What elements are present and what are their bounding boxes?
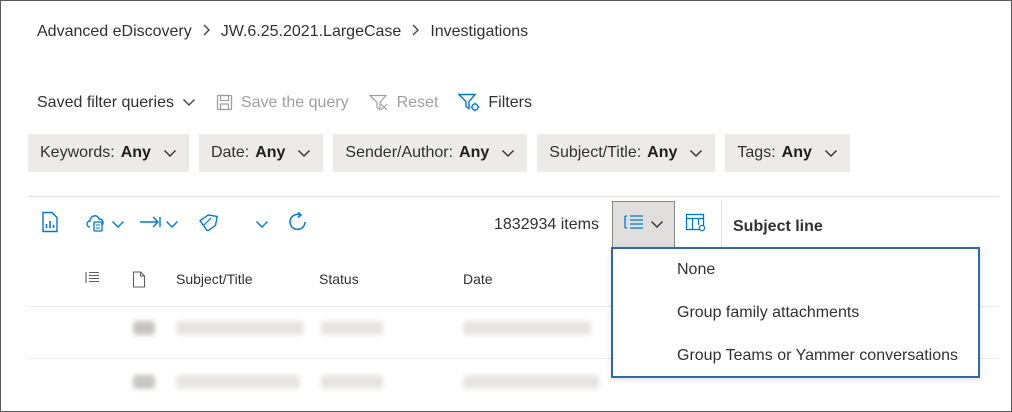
group-by-button[interactable]: [612, 201, 675, 247]
breadcrumb: Advanced eDiscovery JW.6.25.2021.LargeCa…: [37, 23, 528, 41]
reading-pane-title: Subject line: [733, 218, 823, 235]
document-icon: [132, 271, 146, 288]
filter-value: Any: [647, 144, 678, 161]
items-count: 1832934 items: [494, 216, 599, 233]
blurred-cell: [133, 375, 155, 389]
saved-filter-queries-dropdown[interactable]: Saved filter queries: [37, 94, 196, 112]
tag-cloud-icon: [85, 211, 107, 238]
refresh-icon: [287, 211, 309, 238]
reset-button[interactable]: Reset: [368, 93, 439, 112]
group-by-menu: None Group family attachments Group Team…: [611, 247, 980, 378]
divider: [28, 196, 999, 197]
filter-label: Subject/Title:: [549, 144, 642, 161]
saved-filter-queries-label: Saved filter queries: [37, 93, 174, 111]
menu-item-group-teams-yammer[interactable]: Group Teams or Yammer conversations: [677, 347, 958, 365]
app-window: Advanced eDiscovery JW.6.25.2021.LargeCa…: [0, 0, 1012, 412]
column-header-date[interactable]: Date: [463, 271, 493, 287]
breadcrumb-item-investigations: Investigations: [430, 23, 529, 40]
chevron-down-icon: [501, 149, 515, 158]
refresh-button[interactable]: [287, 211, 309, 238]
chevron-down-icon: [689, 149, 703, 158]
results-toolbar: [41, 211, 323, 238]
blurred-cell: [133, 321, 155, 335]
filter-settings-icon: [458, 93, 480, 112]
filters-button[interactable]: Filters: [458, 93, 532, 112]
export-icon: [139, 215, 161, 234]
group-list-icon: [85, 271, 100, 284]
menu-item-none[interactable]: None: [677, 261, 715, 279]
blurred-cell: [321, 375, 383, 389]
export-button[interactable]: [139, 215, 179, 234]
divider: [721, 201, 722, 247]
chevron-down-icon: [824, 149, 838, 158]
column-options-button[interactable]: [685, 213, 707, 238]
filter-keywords[interactable]: Keywords: Any: [28, 134, 189, 172]
filter-value: Any: [255, 144, 286, 161]
breadcrumb-item-advanced-ediscovery[interactable]: Advanced eDiscovery: [37, 23, 192, 41]
filter-value: Any: [120, 144, 151, 161]
tag-actions-button[interactable]: [85, 211, 125, 238]
save-query-button[interactable]: Save the query: [216, 94, 349, 112]
reset-label: Reset: [396, 93, 439, 111]
filter-label: Sender/Author:: [345, 144, 454, 161]
tag-icon: [197, 213, 219, 236]
chevron-right-icon: [202, 23, 211, 41]
blurred-cell: [176, 375, 300, 389]
filter-clear-icon: [368, 94, 389, 112]
chevron-down-icon: [163, 149, 177, 158]
breadcrumb-item-case[interactable]: JW.6.25.2021.LargeCase: [221, 23, 402, 41]
filter-sender-author[interactable]: Sender/Author: Any: [333, 134, 528, 172]
filter-label: Date:: [210, 144, 250, 161]
filter-pills: Keywords: Any Date: Any Sender/Author: A…: [28, 134, 860, 172]
chevron-down-icon: [111, 220, 125, 229]
chevron-down-icon: [255, 216, 269, 234]
filter-value: Any: [781, 144, 812, 161]
blurred-cell: [463, 321, 591, 335]
menu-item-group-family-attachments[interactable]: Group family attachments: [677, 304, 859, 322]
filter-label: Tags:: [737, 144, 776, 161]
filter-date[interactable]: Date: Any: [198, 134, 324, 172]
query-bar: Saved filter queries Save the query Rese…: [37, 93, 552, 112]
chevron-down-icon: [182, 98, 196, 107]
chevron-down-icon: [650, 220, 664, 229]
column-options-icon: [685, 213, 707, 238]
column-header-status[interactable]: Status: [319, 271, 359, 287]
more-actions-button[interactable]: [255, 216, 269, 234]
blurred-cell: [321, 321, 383, 335]
report-button[interactable]: [41, 211, 59, 238]
save-icon: [216, 94, 233, 111]
save-query-label: Save the query: [240, 93, 349, 111]
filters-label: Filters: [488, 93, 532, 111]
filter-label: Keywords:: [40, 144, 115, 161]
blurred-cell: [463, 375, 599, 389]
blurred-cell: [176, 321, 304, 335]
filter-tags[interactable]: Tags: Any: [725, 134, 850, 172]
column-header-subject-title[interactable]: Subject/Title: [176, 271, 253, 287]
chevron-down-icon: [165, 220, 179, 229]
filter-subject-title[interactable]: Subject/Title: Any: [537, 134, 716, 172]
tag-button[interactable]: [197, 213, 219, 236]
chevron-right-icon: [411, 23, 420, 41]
filter-value: Any: [459, 144, 490, 161]
group-list-icon: [623, 214, 644, 235]
report-icon: [41, 211, 59, 238]
chevron-down-icon: [297, 149, 311, 158]
